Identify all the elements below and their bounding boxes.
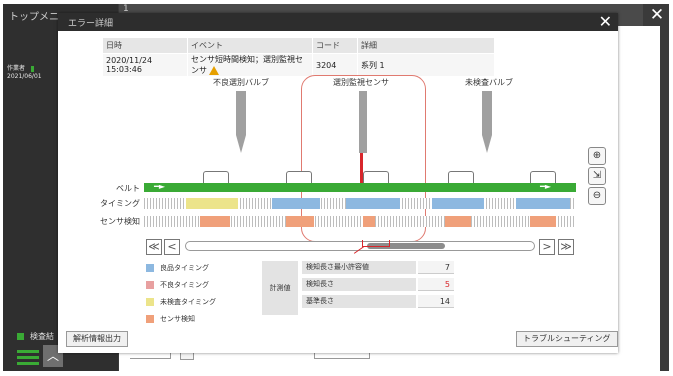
header-code: コード (312, 37, 358, 54)
status-indicator-icon (17, 333, 24, 340)
conveyor-belt: ━► ━► (144, 182, 576, 192)
zoom-in-icon[interactable]: ⊕ (588, 147, 606, 165)
hamburger-menu-icon[interactable] (17, 347, 39, 367)
legend-good-timing: 良品タイミング (146, 263, 209, 273)
good-timing-segment (432, 198, 484, 209)
arrow-right-icon: ━► (540, 182, 551, 191)
sensor-detect-segment (445, 216, 471, 227)
monitor-sensor-icon (359, 91, 367, 153)
timing-row-label: タイミング (100, 199, 140, 208)
sensor-detect-segment (286, 216, 314, 227)
dialog-titlebar: エラー詳細 ✕ (58, 13, 618, 31)
close-icon[interactable]: ✕ (599, 14, 612, 30)
operator-date: 2021/06/01 (7, 73, 42, 80)
legend-uninspected-timing: 未検査タイミング (146, 297, 216, 307)
measurement-table: 計測値 検知長さ最小許容値 7 検知長さ 5 基準長さ 14 (262, 261, 454, 315)
cell-detail: 系列 1 (357, 53, 495, 77)
good-timing-segment (516, 198, 570, 209)
measurement-heading: 計測値 (262, 261, 298, 315)
uninspected-timing-segment (186, 198, 238, 209)
legend-sensor-detect: センサ検知 (146, 314, 195, 324)
measurement-row: 基準長さ 14 (302, 295, 454, 308)
background-content (618, 26, 660, 330)
timing-track (144, 198, 576, 209)
legend-swatch (146, 281, 154, 289)
legend-swatch (146, 264, 154, 272)
scroll-last-button[interactable]: ≫ (558, 239, 574, 255)
legend-swatch (146, 315, 154, 323)
sensor-track (144, 216, 576, 227)
sensor-row-label: センサ検知 (100, 217, 140, 226)
valve-left-label: 不良選別バルブ (213, 78, 269, 87)
cell-code: 3204 (312, 53, 358, 77)
sensor-detect-segment (200, 216, 230, 227)
legend-bad-timing: 不良タイミング (146, 280, 209, 290)
valve-right-label: 未検査バルブ (465, 78, 513, 87)
sensor-detect-segment (530, 216, 556, 227)
legend-swatch (146, 298, 154, 306)
measurement-row: 検知長さ最小許容値 7 (302, 261, 454, 274)
zoom-out-icon[interactable]: ⊖ (588, 187, 606, 205)
app-close-icon[interactable]: ✕ (645, 4, 669, 26)
good-timing-segment (346, 198, 400, 209)
operator-label: 作業者 (7, 63, 35, 72)
export-analysis-button[interactable]: 解析情報出力 (66, 331, 128, 347)
zoom-fit-icon[interactable]: ⇲ (588, 167, 606, 185)
inspection-status: 検査結 (17, 331, 54, 342)
cell-datetime: 2020/11/24 15:03:46 (102, 53, 188, 77)
belt-row-label: ベルト (116, 184, 140, 193)
measurement-row: 検知長さ 5 (302, 278, 454, 291)
uninspected-valve-tip (482, 135, 492, 153)
scroll-first-button[interactable]: ≪ (146, 239, 162, 255)
event-table: 日時 イベント コード 詳細 2020/11/24 15:03:46 センサ短時… (102, 37, 495, 77)
dialog-title: エラー詳細 (68, 19, 114, 29)
reject-valve-icon (236, 91, 246, 135)
header-datetime: 日時 (102, 37, 188, 54)
reject-valve-tip (236, 135, 246, 153)
sensor-detect-segment (363, 216, 375, 227)
scroll-prev-button[interactable]: < (164, 239, 180, 255)
warning-icon (209, 66, 219, 75)
scroll-next-button[interactable]: > (539, 239, 555, 255)
uninspected-valve-icon (482, 91, 492, 135)
header-detail: 詳細 (357, 37, 495, 54)
detection-bracket (362, 240, 390, 247)
troubleshooting-button[interactable]: トラブルシューティング (516, 331, 618, 347)
cell-event: センサ短時間検知；選別監視センサ (187, 53, 313, 77)
arrow-right-icon: ━► (154, 182, 165, 191)
header-event: イベント (187, 37, 313, 54)
error-detail-dialog: エラー詳細 ✕ 日時 イベント コード 詳細 2020/11/24 15:03:… (58, 13, 618, 353)
good-timing-segment (272, 198, 320, 209)
